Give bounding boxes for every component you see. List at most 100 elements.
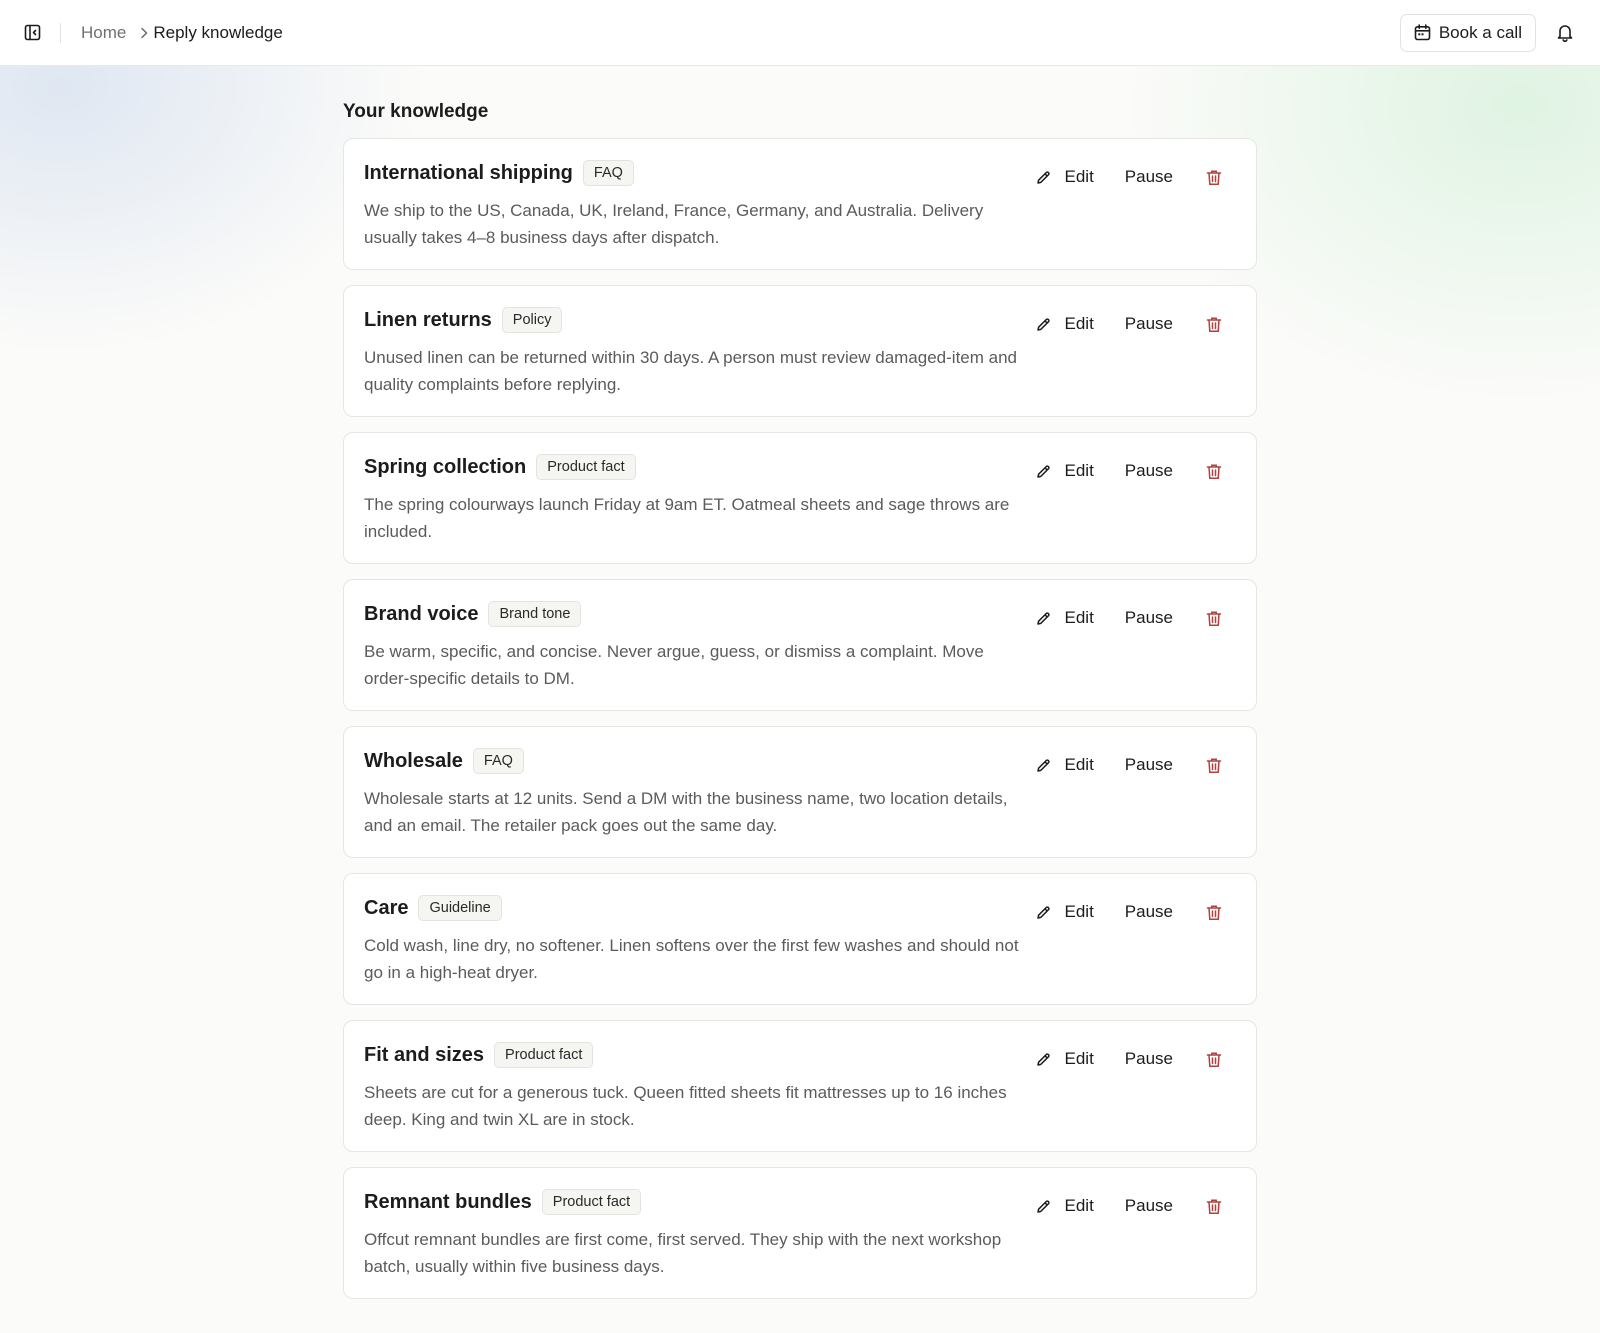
edit-label: Edit bbox=[1064, 755, 1094, 774]
trash-icon bbox=[1206, 1198, 1222, 1215]
trash-icon bbox=[1206, 169, 1222, 186]
knowledge-card: Linen returns Policy Unused linen can be… bbox=[343, 285, 1257, 417]
knowledge-title: Remnant bundles bbox=[364, 1190, 532, 1213]
delete-button[interactable] bbox=[1206, 904, 1222, 921]
trash-icon bbox=[1206, 463, 1222, 480]
edit-button[interactable]: Edit bbox=[1036, 902, 1094, 922]
category-tag: Product fact bbox=[494, 1042, 594, 1068]
edit-button[interactable]: Edit bbox=[1036, 314, 1094, 334]
card-actions: Edit Pause bbox=[1036, 606, 1223, 630]
pause-button[interactable]: Pause bbox=[1125, 314, 1173, 334]
breadcrumb-current: Reply knowledge bbox=[153, 22, 283, 42]
pause-button[interactable]: Pause bbox=[1125, 608, 1173, 628]
knowledge-title: International shipping bbox=[364, 161, 573, 184]
delete-button[interactable] bbox=[1206, 316, 1222, 333]
pencil-icon bbox=[1036, 1199, 1051, 1214]
breadcrumb: Home Reply knowledge bbox=[81, 23, 283, 43]
edit-button[interactable]: Edit bbox=[1036, 1049, 1094, 1069]
knowledge-main: Your knowledge International shipping FA… bbox=[343, 66, 1257, 1314]
knowledge-title: Linen returns bbox=[364, 308, 492, 331]
edit-label: Edit bbox=[1064, 167, 1094, 186]
card-actions: Edit Pause bbox=[1036, 165, 1223, 189]
calendar-icon bbox=[1414, 24, 1431, 41]
knowledge-card: Fit and sizes Product fact Sheets are cu… bbox=[343, 1020, 1257, 1152]
delete-button[interactable] bbox=[1206, 1051, 1222, 1068]
edit-button[interactable]: Edit bbox=[1036, 1196, 1094, 1216]
knowledge-title: Care bbox=[364, 896, 409, 919]
pause-button[interactable]: Pause bbox=[1125, 1196, 1173, 1216]
trash-icon bbox=[1206, 757, 1222, 774]
knowledge-body: Be warm, specific, and concise. Never ar… bbox=[364, 642, 984, 688]
edit-button[interactable]: Edit bbox=[1036, 755, 1094, 775]
breadcrumb-home[interactable]: Home bbox=[81, 23, 126, 43]
card-actions: Edit Pause bbox=[1036, 900, 1223, 924]
pencil-icon bbox=[1036, 317, 1051, 332]
edit-label: Edit bbox=[1064, 1196, 1094, 1215]
delete-button[interactable] bbox=[1206, 757, 1222, 774]
knowledge-title: Wholesale bbox=[364, 749, 463, 772]
knowledge-title: Brand voice bbox=[364, 602, 479, 625]
delete-button[interactable] bbox=[1206, 1198, 1222, 1215]
pencil-icon bbox=[1036, 611, 1051, 626]
card-actions: Edit Pause bbox=[1036, 459, 1223, 483]
trash-icon bbox=[1206, 316, 1222, 333]
category-tag: Product fact bbox=[536, 454, 636, 480]
pause-button[interactable]: Pause bbox=[1125, 461, 1173, 481]
edit-button[interactable]: Edit bbox=[1036, 167, 1094, 187]
knowledge-card: Brand voice Brand tone Be warm, specific… bbox=[343, 579, 1257, 711]
delete-button[interactable] bbox=[1206, 169, 1222, 186]
knowledge-title: Spring collection bbox=[364, 455, 527, 478]
category-tag: FAQ bbox=[472, 748, 524, 774]
card-actions: Edit Pause bbox=[1036, 1047, 1223, 1071]
category-tag: FAQ bbox=[582, 160, 634, 186]
edit-label: Edit bbox=[1064, 902, 1094, 921]
trash-icon bbox=[1206, 904, 1222, 921]
knowledge-list: International shipping FAQ We ship to th… bbox=[343, 138, 1257, 1299]
category-tag: Policy bbox=[501, 307, 563, 333]
pencil-icon bbox=[1036, 464, 1051, 479]
book-call-button[interactable]: Book a call bbox=[1399, 13, 1536, 52]
pencil-icon bbox=[1036, 1052, 1051, 1067]
chevron-right-icon bbox=[140, 27, 148, 39]
category-tag: Guideline bbox=[418, 895, 502, 921]
knowledge-card: Remnant bundles Product fact Offcut remn… bbox=[343, 1167, 1257, 1299]
knowledge-body: Wholesale starts at 12 units. Send a DM … bbox=[364, 789, 1008, 835]
sidebar-panel-icon[interactable] bbox=[22, 23, 42, 43]
card-actions: Edit Pause bbox=[1036, 312, 1223, 336]
top-bar: Home Reply knowledge Book a call bbox=[0, 0, 1600, 66]
book-call-label: Book a call bbox=[1438, 22, 1522, 42]
category-tag: Product fact bbox=[541, 1189, 642, 1215]
delete-button[interactable] bbox=[1206, 463, 1222, 480]
category-tag: Brand tone bbox=[488, 601, 582, 627]
edit-label: Edit bbox=[1064, 608, 1094, 627]
pencil-icon bbox=[1036, 170, 1051, 185]
card-actions: Edit Pause bbox=[1036, 753, 1223, 777]
knowledge-body: Sheets are cut for a generous tuck. Quee… bbox=[364, 1083, 1007, 1129]
knowledge-title: Fit and sizes bbox=[364, 1043, 485, 1066]
knowledge-card: International shipping FAQ We ship to th… bbox=[343, 138, 1257, 270]
edit-button[interactable]: Edit bbox=[1036, 461, 1094, 481]
knowledge-body: Offcut remnant bundles are first come, f… bbox=[364, 1230, 1002, 1276]
knowledge-body: Unused linen can be returned within 30 d… bbox=[364, 348, 1017, 394]
trash-icon bbox=[1206, 610, 1222, 627]
knowledge-body: We ship to the US, Canada, UK, Ireland, … bbox=[364, 201, 984, 247]
pencil-icon bbox=[1036, 758, 1051, 773]
pause-button[interactable]: Pause bbox=[1125, 167, 1173, 187]
pause-button[interactable]: Pause bbox=[1125, 902, 1173, 922]
page-title: Your knowledge bbox=[343, 101, 489, 122]
knowledge-card: Care Guideline Cold wash, line dry, no s… bbox=[343, 873, 1257, 1005]
pencil-icon bbox=[1036, 905, 1051, 920]
edit-label: Edit bbox=[1064, 461, 1094, 480]
pause-button[interactable]: Pause bbox=[1125, 1049, 1173, 1069]
header-divider bbox=[60, 22, 61, 43]
delete-button[interactable] bbox=[1206, 610, 1222, 627]
edit-button[interactable]: Edit bbox=[1036, 608, 1094, 628]
knowledge-card: Wholesale FAQ Wholesale starts at 12 uni… bbox=[343, 726, 1257, 858]
knowledge-card: Spring collection Product fact The sprin… bbox=[343, 432, 1257, 564]
pause-button[interactable]: Pause bbox=[1125, 755, 1173, 775]
bell-icon[interactable] bbox=[1554, 22, 1576, 44]
card-actions: Edit Pause bbox=[1036, 1194, 1223, 1218]
trash-icon bbox=[1206, 1051, 1222, 1068]
edit-label: Edit bbox=[1064, 314, 1094, 333]
knowledge-body: The spring colourways launch Friday at 9… bbox=[364, 495, 1010, 541]
